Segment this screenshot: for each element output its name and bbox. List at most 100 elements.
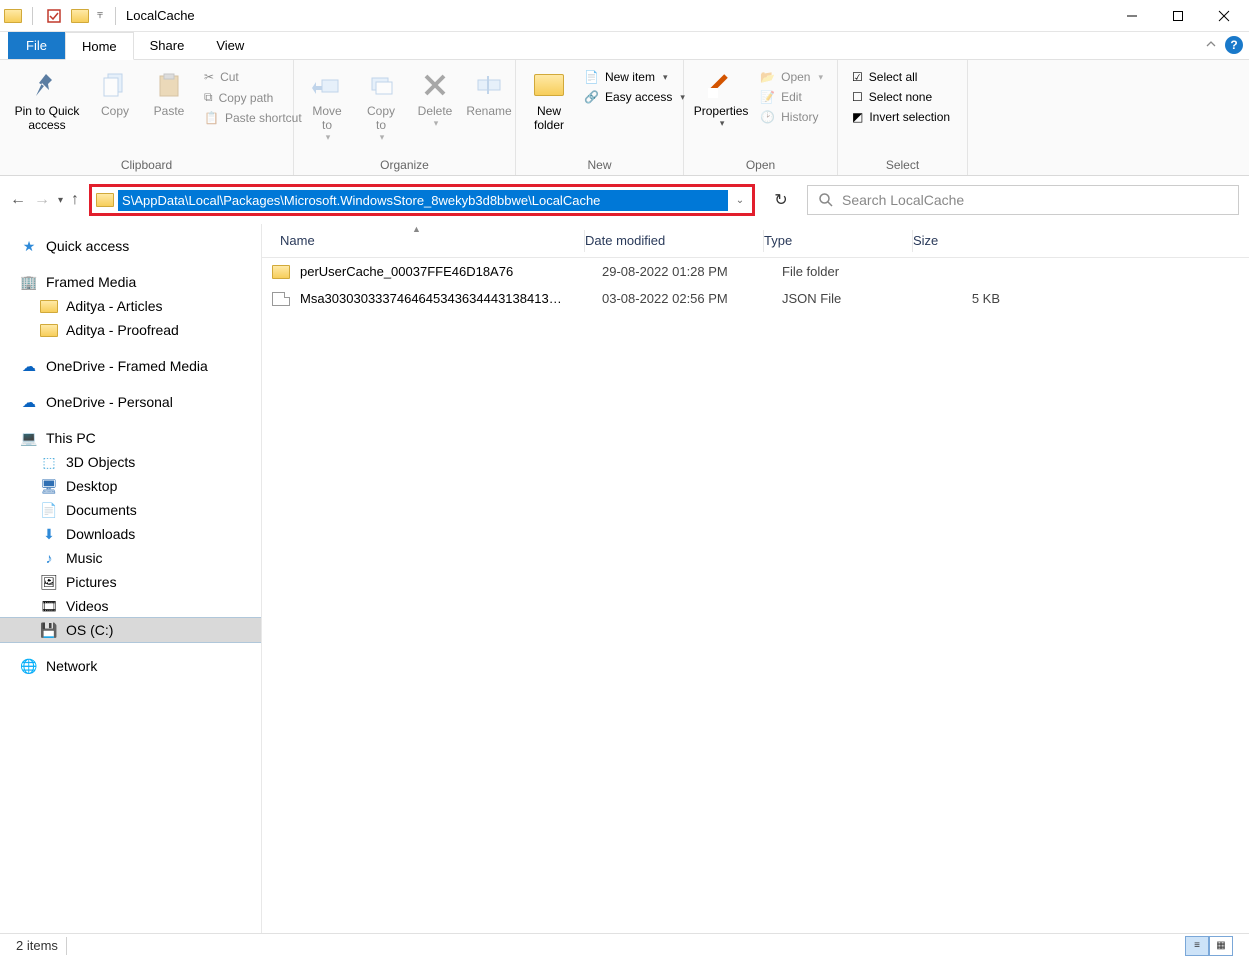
tab-share[interactable]: Share (134, 32, 201, 59)
label: Copy path (219, 91, 274, 105)
onedrive-icon: ☁ (20, 358, 38, 374)
group-label: Open (686, 158, 835, 175)
sidebar-item-documents[interactable]: 📄Documents (0, 498, 261, 522)
sidebar-item-desktop[interactable]: 🖥Desktop (0, 474, 261, 498)
large-icons-view-button[interactable]: ▦ (1209, 936, 1233, 956)
folder-icon[interactable] (71, 9, 89, 23)
sidebar-item-aditya-proofread[interactable]: Aditya - Proofread (0, 318, 261, 342)
file-modified: 29-08-2022 01:28 PM (602, 264, 782, 279)
properties-button[interactable]: Properties▾ (690, 66, 752, 131)
label: Copy to (367, 104, 395, 132)
table-row[interactable]: Msa3030303337464645343634443138413… 03-0… (262, 285, 1249, 312)
label: OneDrive - Personal (46, 394, 173, 410)
chevron-down-icon: ▾ (380, 132, 385, 143)
column-type[interactable]: Type (764, 233, 912, 248)
move-to-button[interactable]: Move to▾ (300, 66, 354, 145)
label: Size (913, 233, 938, 248)
rename-button[interactable]: Rename (462, 66, 516, 120)
sidebar-item-3d-objects[interactable]: ⬚3D Objects (0, 450, 261, 474)
cut-button[interactable]: ✂Cut (200, 68, 306, 86)
select-none-button[interactable]: ☐Select none (848, 88, 954, 106)
tab-file[interactable]: File (8, 32, 65, 59)
address-bar[interactable]: ⌄ (89, 184, 755, 216)
copy-to-button[interactable]: Copy to▾ (354, 66, 408, 145)
invert-selection-button[interactable]: ◩Invert selection (848, 108, 954, 126)
edit-button[interactable]: 📝Edit (756, 88, 827, 106)
pc-icon: 💻 (20, 430, 38, 446)
collapse-ribbon-icon[interactable] (1205, 38, 1217, 50)
invert-icon: ◩ (852, 110, 863, 124)
status-bar: 2 items ≡ ▦ (0, 933, 1249, 957)
maximize-button[interactable] (1155, 1, 1201, 31)
sidebar-item-music[interactable]: ♪Music (0, 546, 261, 570)
tab-home[interactable]: Home (65, 32, 134, 60)
back-button[interactable]: ← (10, 191, 26, 209)
copy-button[interactable]: Copy (88, 66, 142, 120)
history-button[interactable]: 🕑History (756, 108, 827, 126)
refresh-button[interactable]: ↻ (765, 184, 797, 216)
separator (66, 937, 67, 955)
pictures-icon: 🖼 (40, 574, 58, 590)
pin-to-quick-access-button[interactable]: Pin to Quick access (6, 66, 88, 134)
properties-icon (704, 68, 738, 102)
copy-path-button[interactable]: ⧉Copy path (200, 88, 306, 107)
sidebar-item-onedrive-framed[interactable]: ☁ OneDrive - Framed Media (0, 354, 261, 378)
column-modified[interactable]: Date modified (585, 233, 763, 248)
sidebar-item-downloads[interactable]: ⬇Downloads (0, 522, 261, 546)
table-row[interactable]: perUserCache_00037FFE46D18A76 29-08-2022… (262, 258, 1249, 285)
easy-access-button[interactable]: 🔗Easy access▾ (580, 88, 689, 106)
label: OS (C:) (66, 622, 113, 638)
minimize-button[interactable] (1109, 1, 1155, 31)
address-input[interactable] (118, 190, 728, 211)
copy-icon (98, 68, 132, 102)
up-button[interactable]: ↑ (71, 191, 79, 209)
search-icon (818, 192, 834, 208)
label: Easy access (605, 90, 672, 104)
search-box[interactable] (807, 185, 1239, 215)
address-dropdown-icon[interactable]: ⌄ (730, 195, 750, 206)
qat-properties-icon[interactable] (43, 5, 65, 27)
label: OneDrive - Framed Media (46, 358, 208, 374)
label: Type (764, 233, 792, 248)
details-view-button[interactable]: ≡ (1185, 936, 1209, 956)
sidebar-item-framed-media[interactable]: 🏢Framed Media (0, 270, 261, 294)
select-all-icon: ☑ (852, 70, 863, 84)
sidebar-item-videos[interactable]: 🎞Videos (0, 594, 261, 618)
file-icon (272, 292, 290, 306)
qat-dropdown-icon[interactable]: 〒 (95, 5, 105, 27)
label: Paste (154, 104, 185, 118)
file-modified: 03-08-2022 02:56 PM (602, 291, 782, 306)
help-icon[interactable]: ? (1225, 36, 1243, 54)
search-input[interactable] (842, 192, 1228, 208)
sidebar-item-aditya-articles[interactable]: Aditya - Articles (0, 294, 261, 318)
delete-button[interactable]: Delete▾ (408, 66, 462, 131)
close-button[interactable] (1201, 1, 1247, 31)
label: Downloads (66, 526, 135, 542)
recent-locations-button[interactable]: ▾ (58, 195, 63, 206)
file-view: Name ▲ Date modified Type Size perUserCa… (262, 224, 1249, 933)
window-title: LocalCache (126, 8, 195, 23)
paste-button[interactable]: Paste (142, 66, 196, 120)
forward-button[interactable]: → (34, 191, 50, 209)
chevron-down-icon: ▾ (720, 118, 725, 129)
navigation-bar: ← → ▾ ↑ ⌄ ↻ (0, 176, 1249, 224)
open-button[interactable]: 📂Open▾ (756, 68, 827, 86)
paste-shortcut-button[interactable]: 📋Paste shortcut (200, 109, 306, 127)
folder-icon (4, 9, 22, 23)
sidebar-item-quick-access[interactable]: ★Quick access (0, 234, 261, 258)
sidebar-item-os-c[interactable]: 💾OS (C:) (0, 618, 261, 642)
sidebar-item-onedrive-personal[interactable]: ☁OneDrive - Personal (0, 390, 261, 414)
sidebar-item-network[interactable]: 🌐Network (0, 654, 261, 678)
item-count: 2 items (16, 938, 58, 953)
tab-view[interactable]: View (200, 32, 260, 59)
sidebar-item-this-pc[interactable]: 💻This PC (0, 426, 261, 450)
group-label: Organize (296, 158, 513, 175)
column-name[interactable]: Name ▲ (262, 233, 584, 248)
column-size[interactable]: Size (913, 233, 1249, 248)
select-all-button[interactable]: ☑Select all (848, 68, 954, 86)
history-icon: 🕑 (760, 110, 775, 124)
folder-icon (40, 324, 58, 337)
new-item-button[interactable]: 📄New item▾ (580, 68, 689, 86)
new-folder-button[interactable]: New folder (522, 66, 576, 134)
sidebar-item-pictures[interactable]: 🖼Pictures (0, 570, 261, 594)
